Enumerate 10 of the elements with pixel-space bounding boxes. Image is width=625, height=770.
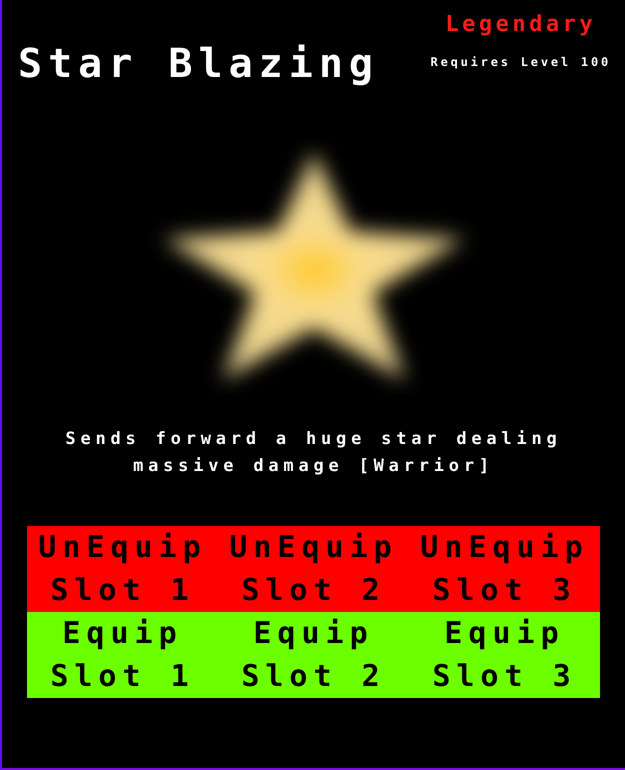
equip-button[interactable]: Equip Slot 2	[218, 612, 409, 698]
level-requirement: Requires Level 100	[430, 56, 611, 68]
rarity-label: Legendary	[445, 14, 596, 36]
unequip-button[interactable]: UnEquip Slot 3	[409, 526, 600, 612]
item-title: Star Blazing	[18, 44, 379, 84]
equip-button[interactable]: Equip Slot 1	[27, 612, 218, 698]
equip-button[interactable]: Equip Slot 3	[409, 612, 600, 698]
item-description: Sends forward a huge star dealing massive damage [Warrior]	[64, 428, 563, 478]
unequip-button[interactable]: UnEquip Slot 2	[218, 526, 409, 612]
unequip-button[interactable]: UnEquip Slot 1	[27, 526, 218, 612]
